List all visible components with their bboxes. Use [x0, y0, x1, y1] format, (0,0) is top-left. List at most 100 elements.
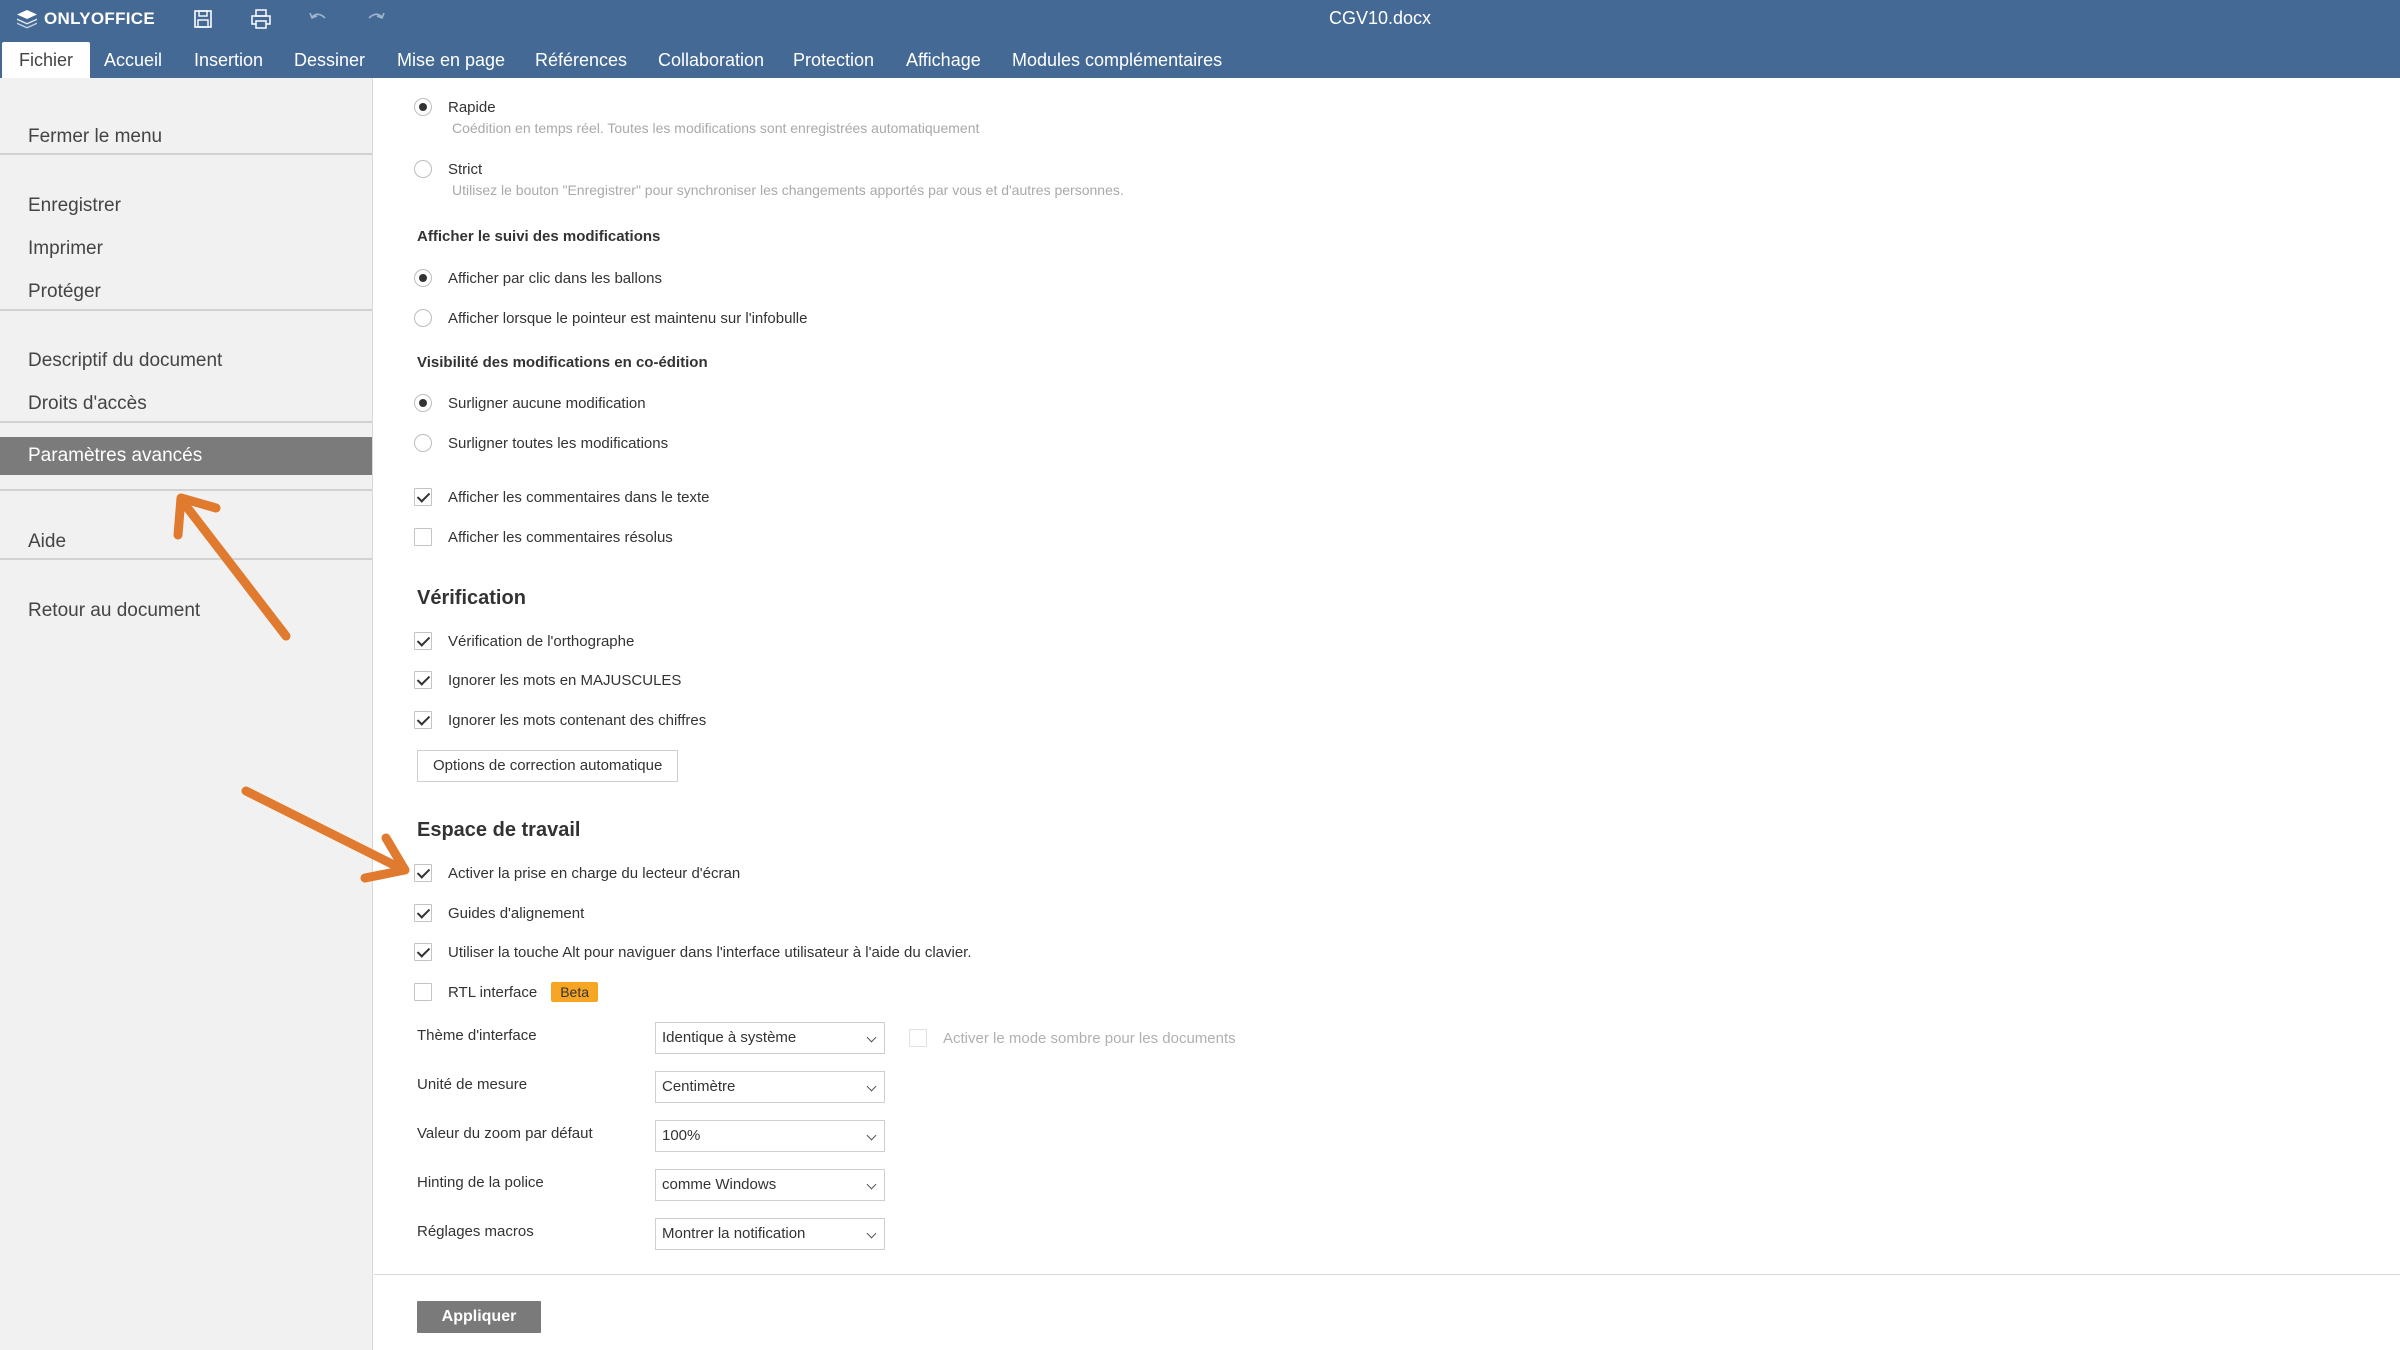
menu-divider [0, 421, 372, 423]
show-resolved-checkbox[interactable] [414, 528, 432, 546]
ignore-numbers-option[interactable]: Ignorer les mots contenant des chiffres [414, 709, 706, 731]
menu-advanced-settings[interactable]: Paramètres avancés [0, 437, 372, 475]
coedit-fast-description: Coédition en temps réel. Toutes les modi… [452, 120, 980, 136]
tab-fichier[interactable]: Fichier [2, 42, 91, 78]
onlyoffice-logo[interactable]: ONLYOFFICE [16, 8, 155, 30]
macros-select-value: Montrer la notification [662, 1225, 806, 1242]
show-comments-checkbox[interactable] [414, 488, 432, 506]
font-hinting-label: Hinting de la police [417, 1174, 544, 1191]
highlight-all-option[interactable]: Surligner toutes les modifications [414, 432, 668, 454]
alt-key-checkbox[interactable] [414, 943, 432, 961]
save-button[interactable] [188, 5, 218, 33]
menu-back-to-document[interactable]: Retour au document [0, 592, 372, 630]
coedit-fast-option[interactable]: Rapide [414, 96, 496, 118]
alignment-guides-checkbox[interactable] [414, 904, 432, 922]
screen-reader-option[interactable]: Activer la prise en charge du lecteur d'… [414, 862, 740, 884]
print-icon [251, 9, 271, 29]
alignment-guides-option[interactable]: Guides d'alignement [414, 902, 584, 924]
ignore-numbers-checkbox[interactable] [414, 711, 432, 729]
highlight-none-option[interactable]: Surligner aucune modification [414, 392, 646, 414]
redo-icon [368, 12, 385, 20]
menu-divider [0, 153, 372, 155]
title-bar: ONLYOFFICE CGV10.docx [0, 0, 2400, 38]
tab-collaboration[interactable]: Collaboration [641, 42, 781, 78]
coedit-fast-radio[interactable] [414, 98, 432, 116]
menu-protect[interactable]: Protéger [0, 273, 372, 311]
screen-reader-checkbox[interactable] [414, 864, 432, 882]
footer-divider [374, 1274, 2400, 1275]
rtl-interface-label: RTL interface [448, 983, 538, 1001]
alt-key-option[interactable]: Utiliser la touche Alt pour naviguer dan… [414, 941, 972, 963]
theme-select-value: Identique à système [662, 1029, 797, 1046]
highlight-all-label: Surligner toutes les modifications [448, 434, 669, 452]
ignore-uppercase-checkbox[interactable] [414, 671, 432, 689]
track-tooltip-option[interactable]: Afficher lorsque le pointeur est mainten… [414, 307, 807, 329]
chevron-down-icon [866, 1130, 877, 1141]
coedit-visibility-title: Visibilité des modifications en co-éditi… [417, 354, 708, 371]
track-balloons-radio[interactable] [414, 269, 432, 287]
logo-text: ONLYOFFICE [44, 9, 155, 28]
menu-close[interactable]: Fermer le menu [0, 118, 372, 156]
ignore-uppercase-option[interactable]: Ignorer les mots en MAJUSCULES [414, 669, 681, 691]
redo-button[interactable] [361, 5, 391, 33]
workspace-title: Espace de travail [417, 819, 581, 841]
macros-label: Réglages macros [417, 1223, 534, 1240]
undo-icon [309, 12, 326, 20]
unit-label: Unité de mesure [417, 1076, 528, 1093]
unit-select[interactable]: Centimètre [655, 1071, 885, 1103]
undo-button[interactable] [303, 5, 333, 33]
font-hinting-select[interactable]: comme Windows [655, 1169, 885, 1201]
spellcheck-checkbox[interactable] [414, 632, 432, 650]
coedit-strict-radio[interactable] [414, 160, 432, 178]
chevron-down-icon [866, 1081, 877, 1092]
menu-divider [0, 489, 372, 491]
chevron-down-icon [866, 1179, 877, 1190]
autocorrect-options-button[interactable]: Options de correction automatique [417, 750, 679, 782]
zoom-select-value: 100% [662, 1127, 701, 1144]
print-button[interactable] [246, 5, 276, 33]
unit-select-value: Centimètre [662, 1078, 736, 1095]
theme-select[interactable]: Identique à système [655, 1022, 885, 1054]
font-hinting-select-value: comme Windows [662, 1176, 777, 1193]
tab-accueil[interactable]: Accueil [87, 42, 179, 78]
tab-protection[interactable]: Protection [776, 42, 891, 78]
coedit-strict-option[interactable]: Strict [414, 158, 482, 180]
beta-badge: Beta [551, 982, 599, 1002]
menu-divider [0, 309, 372, 311]
chevron-down-icon [866, 1032, 877, 1043]
tab-insertion[interactable]: Insertion [177, 42, 280, 78]
dark-mode-option: Activer le mode sombre pour les document… [909, 1027, 1236, 1049]
tab-dessiner[interactable]: Dessiner [277, 42, 382, 78]
macros-select[interactable]: Montrer la notification [655, 1218, 885, 1250]
tab-modules[interactable]: Modules complémentaires [995, 42, 1239, 78]
track-balloons-option[interactable]: Afficher par clic dans les ballons [414, 267, 662, 289]
rtl-interface-option[interactable]: RTL interface Beta [414, 981, 599, 1003]
menu-save[interactable]: Enregistrer [0, 187, 372, 225]
show-comments-option[interactable]: Afficher les commentaires dans le texte [414, 486, 710, 508]
show-resolved-option[interactable]: Afficher les commentaires résolus [414, 526, 673, 548]
highlight-none-label: Surligner aucune modification [448, 394, 646, 412]
apply-button[interactable]: Appliquer [417, 1301, 541, 1333]
show-resolved-label: Afficher les commentaires résolus [448, 528, 673, 546]
zoom-select[interactable]: 100% [655, 1120, 885, 1152]
tab-mise-en-page[interactable]: Mise en page [380, 42, 522, 78]
menu-help[interactable]: Aide [0, 523, 372, 561]
menu-print[interactable]: Imprimer [0, 230, 372, 268]
tab-affichage[interactable]: Affichage [889, 42, 998, 78]
track-tooltip-label: Afficher lorsque le pointeur est mainten… [448, 309, 808, 327]
spellcheck-option[interactable]: Vérification de l'orthographe [414, 630, 634, 652]
highlight-all-radio[interactable] [414, 434, 432, 452]
menu-access-rights[interactable]: Droits d'accès [0, 385, 372, 423]
tab-references[interactable]: Références [518, 42, 644, 78]
track-tooltip-radio[interactable] [414, 309, 432, 327]
zoom-label: Valeur du zoom par défaut [417, 1125, 593, 1142]
app-header: ONLYOFFICE CGV10.docx Fichier Accueil In… [0, 0, 2400, 78]
ignore-numbers-label: Ignorer les mots contenant des chiffres [448, 711, 707, 729]
layers-icon [17, 10, 37, 29]
highlight-none-radio[interactable] [414, 394, 432, 412]
ignore-uppercase-label: Ignorer les mots en MAJUSCULES [448, 671, 682, 689]
rtl-interface-checkbox[interactable] [414, 983, 432, 1001]
coedit-fast-label: Rapide [448, 98, 496, 116]
menu-document-info[interactable]: Descriptif du document [0, 342, 372, 380]
dark-mode-checkbox [909, 1029, 927, 1047]
